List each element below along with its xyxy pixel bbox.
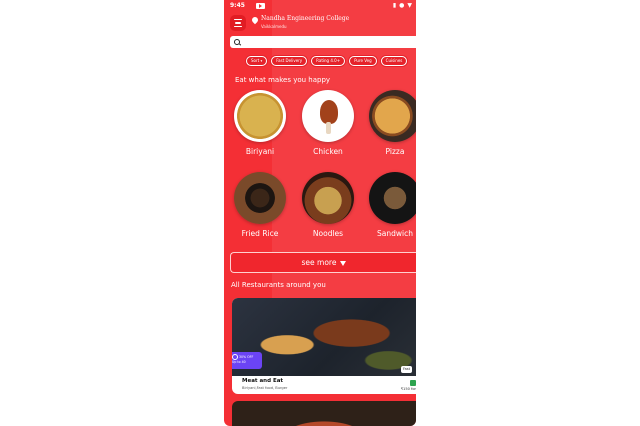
category-label: Noodles: [312, 229, 344, 238]
battery-icon: ▮: [392, 2, 397, 9]
category-chicken[interactable]: Chicken: [299, 90, 357, 156]
chevron-down-icon: ▾: [260, 59, 263, 63]
fried-rice-image: [234, 172, 286, 224]
menu-button[interactable]: [230, 15, 246, 31]
biriyani-image: [234, 90, 286, 142]
menu-icon: [234, 19, 242, 21]
see-more-button[interactable]: see more: [230, 252, 416, 273]
triangle-down-icon: [340, 260, 347, 266]
offer-subtext: Up to 40: [232, 360, 246, 364]
location-icon: ●: [399, 2, 405, 9]
restaurant-card[interactable]: [232, 401, 416, 426]
restaurant-name: Meat and Eat: [242, 378, 284, 384]
restaurant-card[interactable]: 30% OFF Up to 40 Fast Meat and Eat Biriy…: [232, 298, 416, 394]
filter-rating[interactable]: Rating 4.0+: [311, 56, 346, 66]
menu-icon-line: [235, 22, 241, 24]
location-pin-icon: [250, 15, 260, 25]
menu-icon-line: [234, 25, 242, 27]
youtube-notification-icon: [256, 3, 265, 9]
rating-badge: [410, 380, 416, 386]
offer-badge: 30% OFF Up to 40: [232, 352, 262, 369]
category-label: Chicken: [313, 147, 343, 156]
filter-pure-veg[interactable]: Pure Veg: [349, 56, 377, 66]
pizza-image: [369, 90, 416, 142]
status-bar: 9:45 ▮ ● ▼: [224, 0, 416, 12]
filter-cuisines[interactable]: Cuisines: [380, 56, 408, 66]
delivery-badge: Fast: [400, 366, 412, 373]
category-label: Fried Rice: [241, 229, 279, 238]
noodles-image: [302, 172, 354, 224]
category-biriyani[interactable]: Biriyani: [231, 90, 289, 156]
category-label: Biriyani: [245, 147, 275, 156]
category-noodles[interactable]: Noodles: [299, 172, 357, 238]
category-label: Sandwich: [377, 229, 413, 238]
chicken-image: [302, 90, 354, 142]
see-more-label: see more: [301, 258, 337, 267]
wifi-icon: ▼: [407, 2, 412, 9]
app-screen: 9:45 ▮ ● ▼ Nandha Engineering College Va…: [224, 0, 416, 426]
location-title[interactable]: Nandha Engineering College: [261, 15, 349, 22]
category-label: Pizza: [385, 147, 405, 156]
search-icon: [234, 39, 240, 45]
filter-sort[interactable]: Sort ▾: [246, 56, 268, 66]
restaurant-cuisine: Biriyani,Fast food, Burger: [242, 386, 288, 390]
status-time: 9:45: [230, 2, 245, 9]
category-pizza[interactable]: Pizza: [366, 90, 416, 156]
header: Nandha Engineering College Vaikkalmedu: [224, 12, 416, 36]
status-icons: ▮ ● ▼: [393, 0, 412, 12]
search-input[interactable]: [230, 36, 416, 48]
categories-heading: Eat what makes you happy: [235, 76, 331, 84]
location-subtitle: Vaikkalmedu: [261, 24, 287, 29]
filter-sort-label: Sort: [251, 58, 260, 63]
filter-fast-delivery[interactable]: Fast Delivery: [271, 56, 308, 66]
category-fried-rice[interactable]: Fried Rice: [231, 172, 289, 238]
offer-text: 30% OFF: [239, 355, 254, 359]
sandwich-image: [369, 172, 416, 224]
restaurant-price: ₹150 for: [400, 387, 416, 391]
restaurants-heading: All Restaurants around you: [231, 281, 326, 289]
category-sandwich[interactable]: Sandwich: [366, 172, 416, 238]
filter-chips: Sort ▾ Fast Delivery Rating 4.0+ Pure Ve…: [246, 56, 408, 67]
